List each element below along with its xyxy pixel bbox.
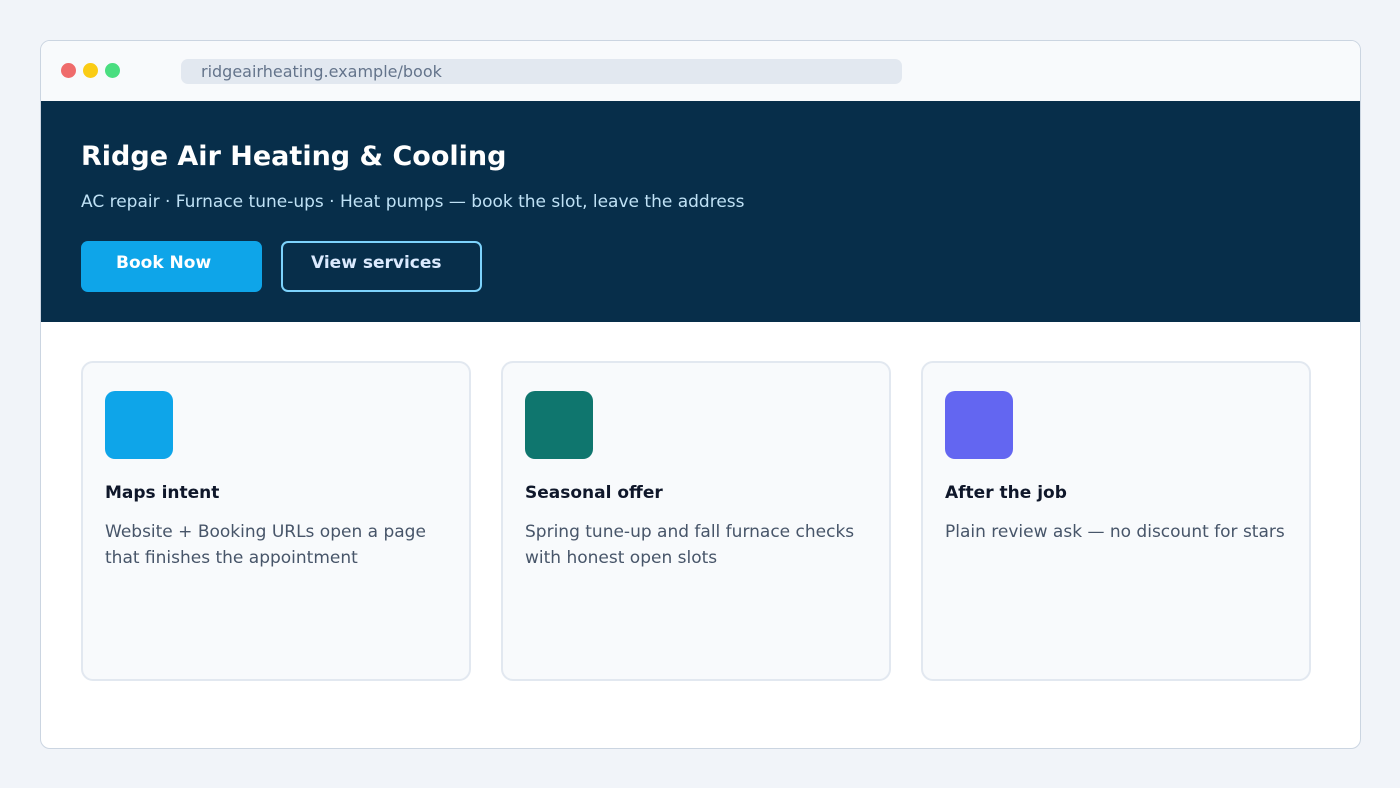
view-services-button[interactable]: View services (281, 241, 482, 292)
card-text: Website + Booking URLs open a page that … (105, 522, 426, 568)
feature-card-seasonal-offer: Seasonal offer Spring tune-up and fall f… (501, 361, 891, 681)
card-title: Maps intent (105, 483, 220, 503)
minimize-window-dot[interactable] (83, 63, 98, 78)
maps-intent-icon (105, 391, 173, 459)
book-now-button[interactable]: Book Now (81, 241, 262, 292)
browser-chrome: ridgeairheating.example/book (41, 41, 1360, 101)
close-window-dot[interactable] (61, 63, 76, 78)
card-title: Seasonal offer (525, 483, 663, 503)
after-the-job-icon (945, 391, 1013, 459)
card-text: Spring tune-up and fall furnace checks w… (525, 522, 855, 568)
hero-banner: Ridge Air Heating & Cooling AC repair · … (41, 101, 1360, 322)
feature-card-maps-intent: Maps intent Website + Booking URLs open … (81, 361, 471, 681)
browser-window: ridgeairheating.example/book Ridge Air H… (40, 40, 1361, 749)
maximize-window-dot[interactable] (105, 63, 120, 78)
card-text: Plain review ask — no discount for stars (945, 522, 1285, 542)
card-title: After the job (945, 483, 1067, 503)
feature-card-after-the-job: After the job Plain review ask — no disc… (921, 361, 1311, 681)
hero-subtitle: AC repair · Furnace tune-ups · Heat pump… (81, 192, 745, 212)
seasonal-offer-icon (525, 391, 593, 459)
page-title: Ridge Air Heating & Cooling (81, 141, 507, 172)
address-bar[interactable]: ridgeairheating.example/book (181, 59, 902, 84)
